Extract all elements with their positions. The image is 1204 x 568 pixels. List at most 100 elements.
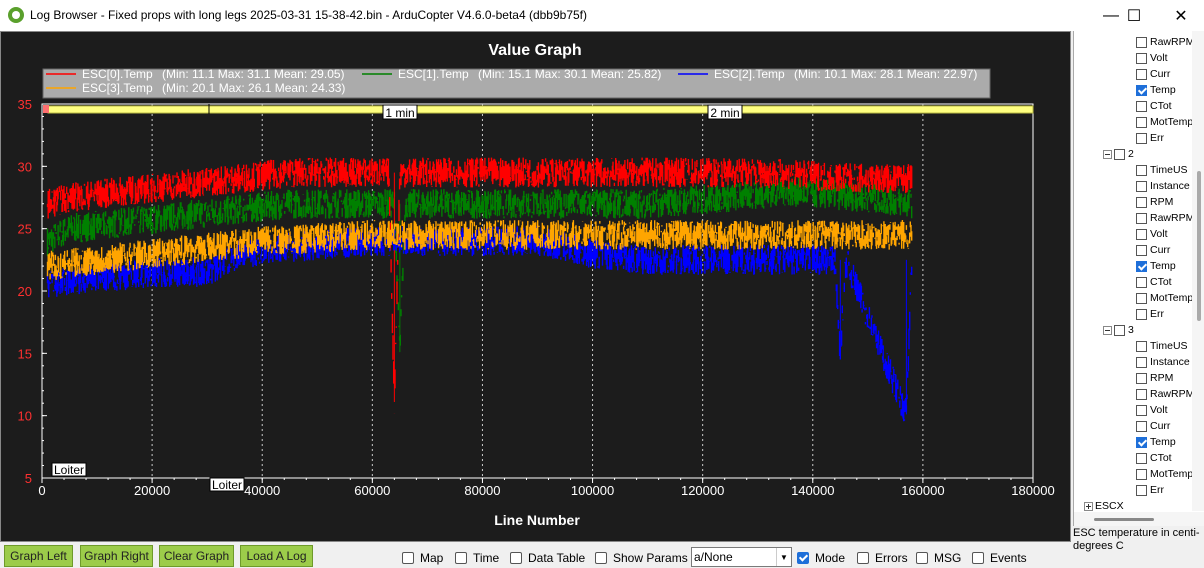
graph-right-button[interactable]: Graph Right [80, 545, 153, 567]
tree-item[interactable]: Volt [1136, 226, 1168, 242]
tree-item[interactable]: CTot [1136, 274, 1172, 290]
checkbox-box[interactable] [857, 552, 869, 564]
tree-checkbox[interactable] [1136, 468, 1147, 480]
checkbox-box[interactable] [595, 552, 607, 564]
tree-item[interactable]: Instance [1136, 178, 1190, 194]
tree-checkbox[interactable] [1136, 276, 1147, 288]
field-description: ESC temperature in centi-degrees C [1073, 527, 1200, 552]
data-table-checkbox[interactable]: Data Table [510, 551, 585, 565]
checkbox-box[interactable] [916, 552, 928, 564]
checkbox-box[interactable] [972, 552, 984, 564]
show-params-label: Show Params [613, 551, 688, 565]
tree-checkbox[interactable] [1136, 84, 1147, 96]
tree-checkbox[interactable] [1136, 68, 1147, 80]
tree-item[interactable]: Curr [1136, 418, 1170, 434]
tree-checkbox[interactable] [1136, 36, 1147, 48]
tree-item[interactable]: Instance [1136, 354, 1190, 370]
tree-item[interactable]: Volt [1136, 402, 1168, 418]
maximize-button[interactable]: ☐ [1111, 0, 1157, 31]
tree-checkbox[interactable] [1136, 356, 1147, 368]
tree-checkbox[interactable] [1136, 132, 1147, 144]
tree-checkbox[interactable] [1136, 196, 1147, 208]
mode-checkbox[interactable]: Mode [797, 551, 845, 565]
tree-checkbox[interactable] [1136, 372, 1147, 384]
map-checkbox[interactable]: Map [402, 551, 443, 565]
tree-checkbox[interactable] [1136, 484, 1147, 496]
tree-label: Err [1150, 132, 1164, 144]
tree-checkbox[interactable] [1136, 116, 1147, 128]
tree-item[interactable]: CTot [1136, 450, 1172, 466]
tree-item[interactable]: MotTemp [1136, 114, 1193, 130]
events-checkbox[interactable]: Events [972, 551, 1027, 565]
msg-checkbox[interactable]: MSG [916, 551, 961, 565]
y-tick-label: 25 [18, 222, 32, 237]
tree-item[interactable]: Err [1136, 306, 1164, 322]
tree-label: TimeUS [1150, 164, 1188, 176]
tree-checkbox[interactable] [1136, 436, 1147, 448]
graph-left-button[interactable]: Graph Left [4, 545, 73, 567]
value-graph[interactable]: Value Graph 0 20000 40000 60000 80000 100000 12… [0, 31, 1071, 542]
tree-item[interactable]: Err [1136, 482, 1164, 498]
mode-select[interactable]: a/None ▼ [691, 547, 792, 567]
tree-group[interactable]: 3 [1103, 322, 1134, 338]
tree-item[interactable]: RawRPM [1136, 34, 1194, 50]
tree-checkbox[interactable] [1136, 308, 1147, 320]
checkbox-box[interactable] [510, 552, 522, 564]
tree-checkbox[interactable] [1136, 52, 1147, 64]
show-params-checkbox[interactable]: Show Params [595, 551, 688, 565]
tree-item[interactable]: Curr [1136, 242, 1170, 258]
tree-item[interactable]: TimeUS [1136, 338, 1188, 354]
scroll-thumb[interactable] [1197, 171, 1201, 321]
tree-item[interactable]: Curr [1136, 66, 1170, 82]
tree-checkbox[interactable] [1136, 164, 1147, 176]
tree-checkbox[interactable] [1136, 228, 1147, 240]
tree-item[interactable]: RPM [1136, 370, 1173, 386]
tree-checkbox[interactable] [1114, 148, 1125, 160]
collapse-icon[interactable] [1103, 325, 1112, 335]
tree-checkbox[interactable] [1136, 452, 1147, 464]
tree-checkbox[interactable] [1136, 292, 1147, 304]
clear-graph-button[interactable]: Clear Graph [159, 545, 234, 567]
tree-label: ESCX [1095, 500, 1124, 512]
tree-checkbox[interactable] [1136, 212, 1147, 224]
tree-label: Volt [1150, 52, 1168, 64]
tree-horizontal-scrollbar[interactable] [1074, 512, 1204, 526]
scroll-thumb[interactable] [1094, 518, 1154, 521]
tree-checkbox[interactable] [1136, 340, 1147, 352]
chevron-down-icon[interactable]: ▼ [776, 548, 791, 566]
tree-item[interactable]: CTot [1136, 98, 1172, 114]
app-icon [8, 7, 24, 23]
tree-item[interactable]: TimeUS [1136, 162, 1188, 178]
tree-item[interactable]: Temp [1136, 258, 1176, 274]
tree-checkbox[interactable] [1136, 100, 1147, 112]
tree-checkbox[interactable] [1136, 260, 1147, 272]
errors-checkbox[interactable]: Errors [857, 551, 908, 565]
checkbox-box[interactable] [797, 552, 809, 564]
time-checkbox[interactable]: Time [455, 551, 499, 565]
tree-group[interactable]: 2 [1103, 146, 1134, 162]
tree-item[interactable]: RawRPM [1136, 210, 1194, 226]
tree-item[interactable]: MotTemp [1136, 290, 1193, 306]
tree-item[interactable]: Volt [1136, 50, 1168, 66]
close-button[interactable]: ✕ [1158, 0, 1204, 31]
tree-item[interactable]: Err [1136, 130, 1164, 146]
tree-item[interactable]: Temp [1136, 82, 1176, 98]
tree-checkbox[interactable] [1136, 388, 1147, 400]
field-tree[interactable]: RawRPM Volt Curr Temp CTot MotTemp Err 2 TimeUS I… [1073, 31, 1204, 526]
load-log-button[interactable]: Load A Log [240, 545, 313, 567]
collapse-icon[interactable] [1103, 149, 1112, 159]
tree-checkbox[interactable] [1136, 244, 1147, 256]
tree-checkbox[interactable] [1136, 404, 1147, 416]
tree-checkbox[interactable] [1136, 180, 1147, 192]
plot-area[interactable] [41, 103, 1034, 479]
tree-checkbox[interactable] [1114, 324, 1125, 336]
tree-item[interactable]: RPM [1136, 194, 1173, 210]
checkbox-box[interactable] [402, 552, 414, 564]
tree-item[interactable]: Temp [1136, 434, 1176, 450]
checkbox-box[interactable] [455, 552, 467, 564]
tree-item[interactable]: MotTemp [1136, 466, 1193, 482]
expand-icon[interactable] [1084, 501, 1093, 511]
tree-checkbox[interactable] [1136, 420, 1147, 432]
tree-vertical-scrollbar[interactable] [1192, 31, 1204, 511]
tree-item[interactable]: RawRPM [1136, 386, 1194, 402]
